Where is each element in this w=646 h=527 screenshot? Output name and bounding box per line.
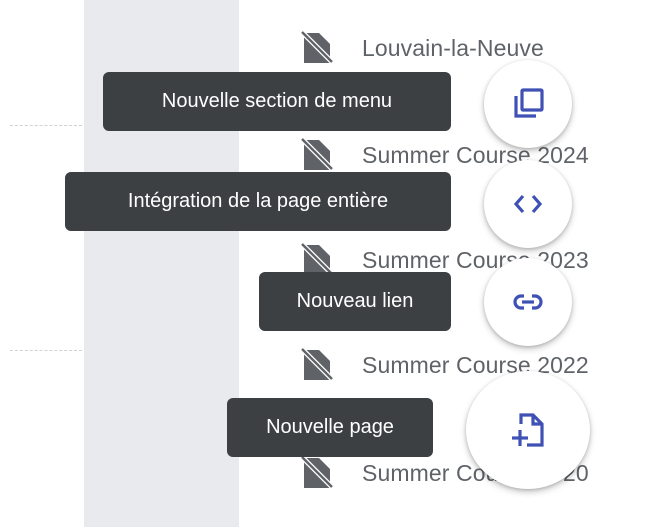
tooltip-new-link: Nouveau lien [259,272,451,331]
tooltip-full-page-embed: Intégration de la page entière [65,172,451,231]
page-item-summer-course-2020[interactable]: Summer Course 2020 [300,455,646,490]
new-page-button[interactable] [466,371,590,489]
hidden-page-icon [300,347,334,382]
new-link-button[interactable] [484,258,572,346]
page-label: Summer Course 2024 [362,141,589,168]
hidden-page-icon [300,455,334,490]
new-menu-section-button[interactable] [484,60,572,148]
page-item-louvain-la-neuve[interactable]: Louvain-la-Neuve [300,30,646,65]
divider [10,350,82,351]
link-icon [511,285,545,319]
add-page-icon [508,410,548,450]
code-icon [511,187,545,221]
page-item-summer-course-2022[interactable]: Summer Course 2022 [300,347,646,382]
page-label: Summer Course 2022 [362,351,589,378]
page-label: Louvain-la-Neuve [362,34,544,61]
tooltip-new-page: Nouvelle page [227,398,433,457]
page-item-summer-course-2024[interactable]: Summer Course 2024 [300,137,646,172]
menu-section-icon [511,87,545,121]
hidden-page-icon [300,30,334,65]
divider [10,125,82,126]
hidden-page-icon [300,137,334,172]
tooltip-new-menu-section: Nouvelle section de menu [103,72,451,131]
full-page-embed-button[interactable] [484,160,572,248]
